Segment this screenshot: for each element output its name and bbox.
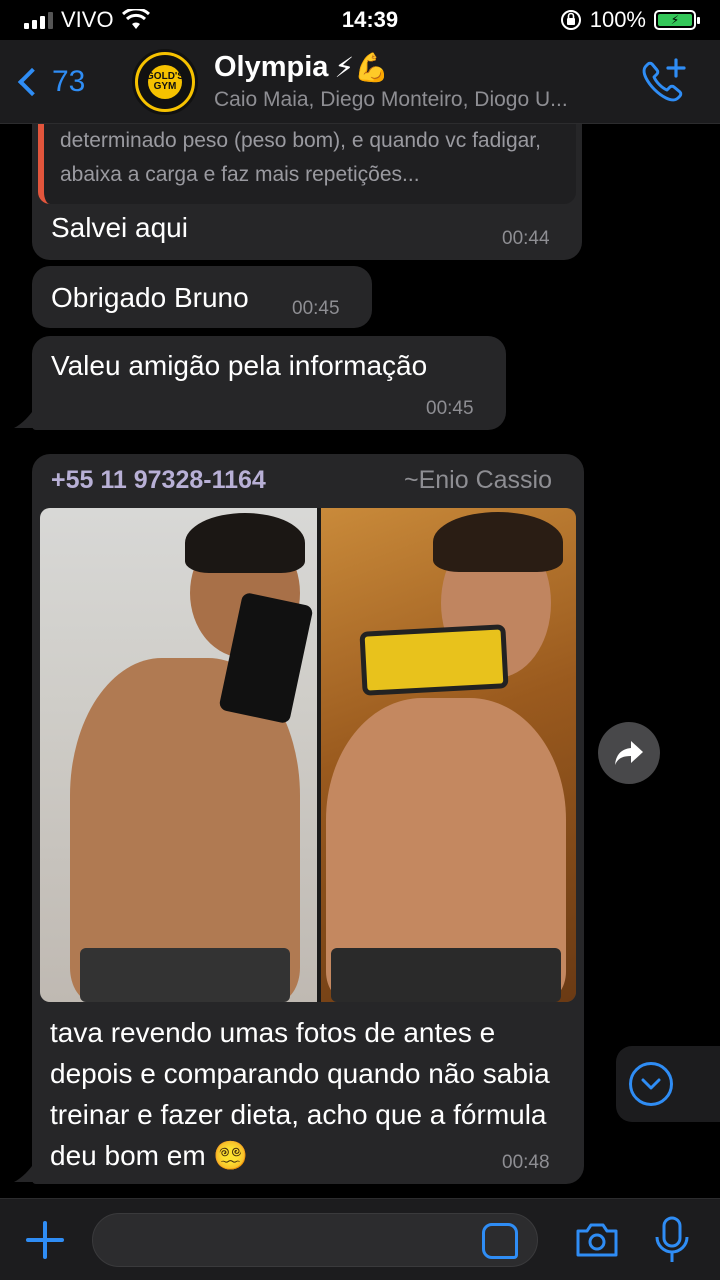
camera-icon[interactable] bbox=[574, 1221, 620, 1259]
bubble-tail bbox=[14, 1160, 36, 1182]
chat-header: 73 GOLD'S GYM Olympia ⚡💪 Caio Maia, Dieg… bbox=[0, 40, 720, 124]
message-text: Obrigado Bruno bbox=[51, 282, 249, 313]
chat-area[interactable]: determinado peso (peso bom), e quando vc… bbox=[0, 124, 720, 1198]
message-time: 00:44 bbox=[502, 228, 550, 249]
sticker-icon[interactable] bbox=[482, 1223, 518, 1259]
status-bar: VIVO 14:39 100% ⚡ bbox=[0, 0, 720, 40]
message-text: Salvei aqui bbox=[51, 212, 188, 243]
add-call-icon[interactable] bbox=[634, 54, 690, 110]
message-time: 00:45 bbox=[292, 298, 340, 319]
message-time: 00:48 bbox=[502, 1152, 550, 1173]
chevron-left-icon bbox=[17, 67, 47, 96]
quoted-text: determinado peso (peso bom), e quando vc… bbox=[60, 129, 541, 186]
forward-icon bbox=[615, 741, 643, 765]
attach-plus-icon[interactable] bbox=[24, 1219, 66, 1261]
message-input[interactable] bbox=[92, 1213, 538, 1267]
message-time: 00:45 bbox=[426, 398, 474, 419]
forward-button[interactable] bbox=[598, 722, 660, 784]
orientation-lock-icon bbox=[560, 10, 581, 30]
message-text: tava revendo umas fotos de antes e depoi… bbox=[50, 1017, 550, 1171]
title-emojis: ⚡💪 bbox=[334, 52, 389, 83]
photo-before bbox=[40, 508, 317, 1002]
photo-after bbox=[321, 508, 576, 1002]
sender-phone[interactable]: +55 11 97328-1164 bbox=[51, 466, 266, 495]
group-info[interactable]: Olympia ⚡💪 Caio Maia, Diego Monteiro, Di… bbox=[214, 51, 634, 112]
wifi-icon bbox=[121, 9, 150, 29]
carrier-label: VIVO bbox=[61, 7, 114, 32]
bubble-tail bbox=[14, 406, 36, 428]
battery-icon: ⚡ bbox=[654, 10, 700, 30]
sender-name: ~Enio Cassio bbox=[404, 466, 552, 494]
input-bar bbox=[0, 1198, 720, 1280]
quoted-message[interactable]: determinado peso (peso bom), e quando vc… bbox=[38, 124, 576, 204]
battery-percent: 100% bbox=[589, 7, 646, 32]
chevron-down-icon bbox=[641, 1078, 661, 1090]
clock: 14:39 bbox=[341, 7, 399, 32]
group-members: Caio Maia, Diego Monteiro, Diogo U... bbox=[214, 88, 568, 111]
unread-count: 73 bbox=[52, 64, 86, 98]
before-after-photo[interactable] bbox=[40, 508, 576, 1002]
back-button[interactable]: 73 bbox=[0, 65, 120, 99]
scroll-to-bottom-button[interactable] bbox=[616, 1046, 720, 1122]
microphone-icon[interactable] bbox=[652, 1215, 692, 1265]
message-text: Valeu amigão pela informação bbox=[51, 350, 428, 381]
group-avatar[interactable]: GOLD'S GYM bbox=[132, 48, 198, 115]
group-title: Olympia bbox=[214, 51, 329, 83]
signal-icon bbox=[24, 11, 53, 29]
